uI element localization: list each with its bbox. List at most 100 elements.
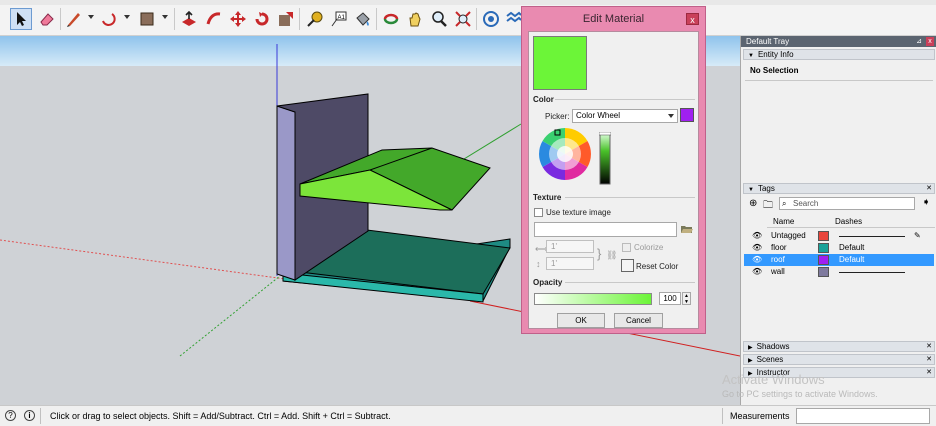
tags-header[interactable]: ▼ Tags ✕ bbox=[743, 183, 935, 194]
tag-row-roof[interactable]: 👁 roof Default bbox=[744, 254, 934, 266]
dialog-close-button[interactable]: x bbox=[686, 13, 699, 25]
ok-button[interactable]: OK bbox=[557, 313, 605, 328]
shape-tool-dropdown[interactable] bbox=[162, 15, 168, 19]
tag-search-field[interactable]: ⌕ Search bbox=[779, 197, 915, 210]
divider bbox=[565, 282, 695, 283]
pan-tool-button[interactable] bbox=[404, 8, 426, 30]
brightness-slider[interactable] bbox=[599, 132, 611, 185]
dash-style-line bbox=[839, 272, 905, 273]
line-tool-button[interactable] bbox=[63, 8, 85, 30]
rotate-tool-button[interactable] bbox=[251, 8, 273, 30]
eye-icon[interactable]: 👁 bbox=[752, 242, 762, 254]
move-tool-button[interactable] bbox=[227, 8, 249, 30]
color-wheel[interactable] bbox=[537, 126, 593, 182]
follow-me-tool-button[interactable] bbox=[203, 8, 225, 30]
main-toolbar: A1 bbox=[0, 0, 936, 36]
close-icon[interactable]: ✕ bbox=[926, 355, 932, 364]
opacity-field[interactable]: 100 bbox=[659, 292, 681, 305]
tag-row-wall[interactable]: 👁 wall bbox=[744, 266, 934, 278]
tag-row-floor[interactable]: 👁 floor Default bbox=[744, 242, 934, 254]
use-texture-checkbox[interactable] bbox=[534, 208, 543, 217]
texture-width-field: 1' bbox=[546, 240, 594, 253]
reset-color-swatch[interactable] bbox=[621, 259, 634, 272]
tag-name: Untagged bbox=[771, 231, 806, 240]
dialog-body: Color Picker: Color Wheel Texture Use te… bbox=[528, 31, 699, 329]
arc-tool-dropdown[interactable] bbox=[124, 15, 130, 19]
pin-icon[interactable]: ⊿ bbox=[916, 36, 922, 47]
toolbar-separator bbox=[60, 8, 61, 30]
eye-icon[interactable]: 👁 bbox=[752, 254, 762, 266]
close-icon[interactable]: ✕ bbox=[926, 184, 932, 193]
orbit-icon bbox=[383, 13, 399, 25]
line-tool-dropdown[interactable] bbox=[88, 15, 94, 19]
expanded-triangle-icon: ▼ bbox=[748, 53, 754, 59]
geo-location-icon[interactable]: ? bbox=[5, 410, 16, 421]
material-color-preview bbox=[533, 36, 587, 90]
opacity-value: 100 bbox=[663, 294, 677, 303]
eraser-tool-button[interactable] bbox=[36, 8, 58, 30]
zoom-extents-tool-button[interactable] bbox=[452, 8, 474, 30]
opacity-slider[interactable] bbox=[534, 293, 652, 305]
tray-close-icon[interactable]: x bbox=[926, 37, 934, 46]
shape-tool-button[interactable] bbox=[136, 8, 158, 30]
measurements-input[interactable] bbox=[796, 408, 930, 424]
details-arrow-icon[interactable]: ➧ bbox=[922, 197, 930, 208]
chevron-down-icon bbox=[668, 114, 674, 118]
menu-strip bbox=[0, 0, 936, 5]
scenes-label: Scenes bbox=[756, 355, 784, 364]
tag-color-swatch[interactable] bbox=[818, 267, 829, 277]
eye-icon[interactable]: 👁 bbox=[752, 266, 762, 278]
cancel-button[interactable]: Cancel bbox=[614, 313, 663, 328]
picker-select[interactable]: Color Wheel bbox=[572, 109, 678, 123]
add-tag-icon[interactable]: ⊕ bbox=[749, 198, 757, 209]
tag-name: roof bbox=[771, 255, 785, 264]
name-column-header[interactable]: Name bbox=[773, 217, 794, 226]
dashes-column-header[interactable]: Dashes bbox=[835, 217, 862, 226]
select-tool-button[interactable] bbox=[10, 8, 32, 30]
scale-tool-button[interactable] bbox=[275, 8, 297, 30]
reset-color-label: Reset Color bbox=[636, 262, 679, 271]
wall-side[interactable] bbox=[276, 105, 296, 281]
tag-row-untagged[interactable]: 👁 Untagged ✎ bbox=[744, 230, 934, 242]
text-tool-button[interactable]: A1 bbox=[328, 8, 350, 30]
paint-bucket-tool-button[interactable] bbox=[352, 8, 374, 30]
push-pull-tool-button[interactable] bbox=[178, 8, 200, 30]
info-icon[interactable]: i bbox=[24, 410, 35, 421]
toolbar-separator bbox=[476, 8, 477, 30]
tag-color-swatch[interactable] bbox=[818, 255, 829, 265]
zoom-extents-icon bbox=[455, 11, 471, 27]
status-bar: ? i Click or drag to select objects. Shi… bbox=[0, 405, 936, 426]
pencil-icon[interactable]: ✎ bbox=[914, 230, 921, 242]
colorize-label: Colorize bbox=[634, 243, 664, 252]
tag-color-swatch[interactable] bbox=[818, 231, 829, 241]
colorize-checkbox bbox=[622, 243, 631, 252]
opacity-section-label: Opacity bbox=[533, 278, 563, 287]
orbit-tool-button[interactable] bbox=[380, 8, 402, 30]
color-section-label: Color bbox=[533, 95, 554, 104]
use-texture-label: Use texture image bbox=[546, 208, 611, 217]
height-arrow-icon: ↕ bbox=[536, 259, 541, 269]
entity-info-label: Entity Info bbox=[757, 50, 794, 59]
tag-color-swatch[interactable] bbox=[818, 243, 829, 253]
texture-path-field[interactable] bbox=[534, 222, 677, 237]
status-divider bbox=[40, 408, 41, 424]
scenes-header[interactable]: ▶ Scenes ✕ bbox=[743, 354, 935, 365]
zoom-tool-button[interactable] bbox=[428, 8, 450, 30]
follow-me-icon bbox=[206, 12, 221, 25]
browse-folder-icon[interactable] bbox=[680, 222, 694, 236]
entity-info-header[interactable]: ▼ Entity Info bbox=[743, 49, 935, 60]
shadows-header[interactable]: ▶ Shadows ✕ bbox=[743, 341, 935, 352]
toolbar-separator bbox=[376, 8, 377, 30]
close-icon[interactable]: ✕ bbox=[926, 368, 932, 377]
collapsed-triangle-icon: ▶ bbox=[748, 358, 753, 364]
opacity-spinner[interactable]: ▲ ▼ bbox=[682, 292, 691, 305]
add-tag-folder-icon[interactable]: 🗀 bbox=[763, 198, 773, 215]
scale-icon bbox=[279, 12, 293, 26]
tape-measure-tool-button[interactable] bbox=[304, 8, 326, 30]
close-icon[interactable]: ✕ bbox=[926, 342, 932, 351]
picker-color-swatch[interactable] bbox=[680, 108, 694, 122]
arc-tool-button[interactable] bbox=[98, 8, 120, 30]
eye-icon[interactable]: 👁 bbox=[752, 230, 762, 242]
tag-dashes: Default bbox=[839, 243, 865, 252]
warehouse-tool-button[interactable] bbox=[480, 8, 502, 30]
